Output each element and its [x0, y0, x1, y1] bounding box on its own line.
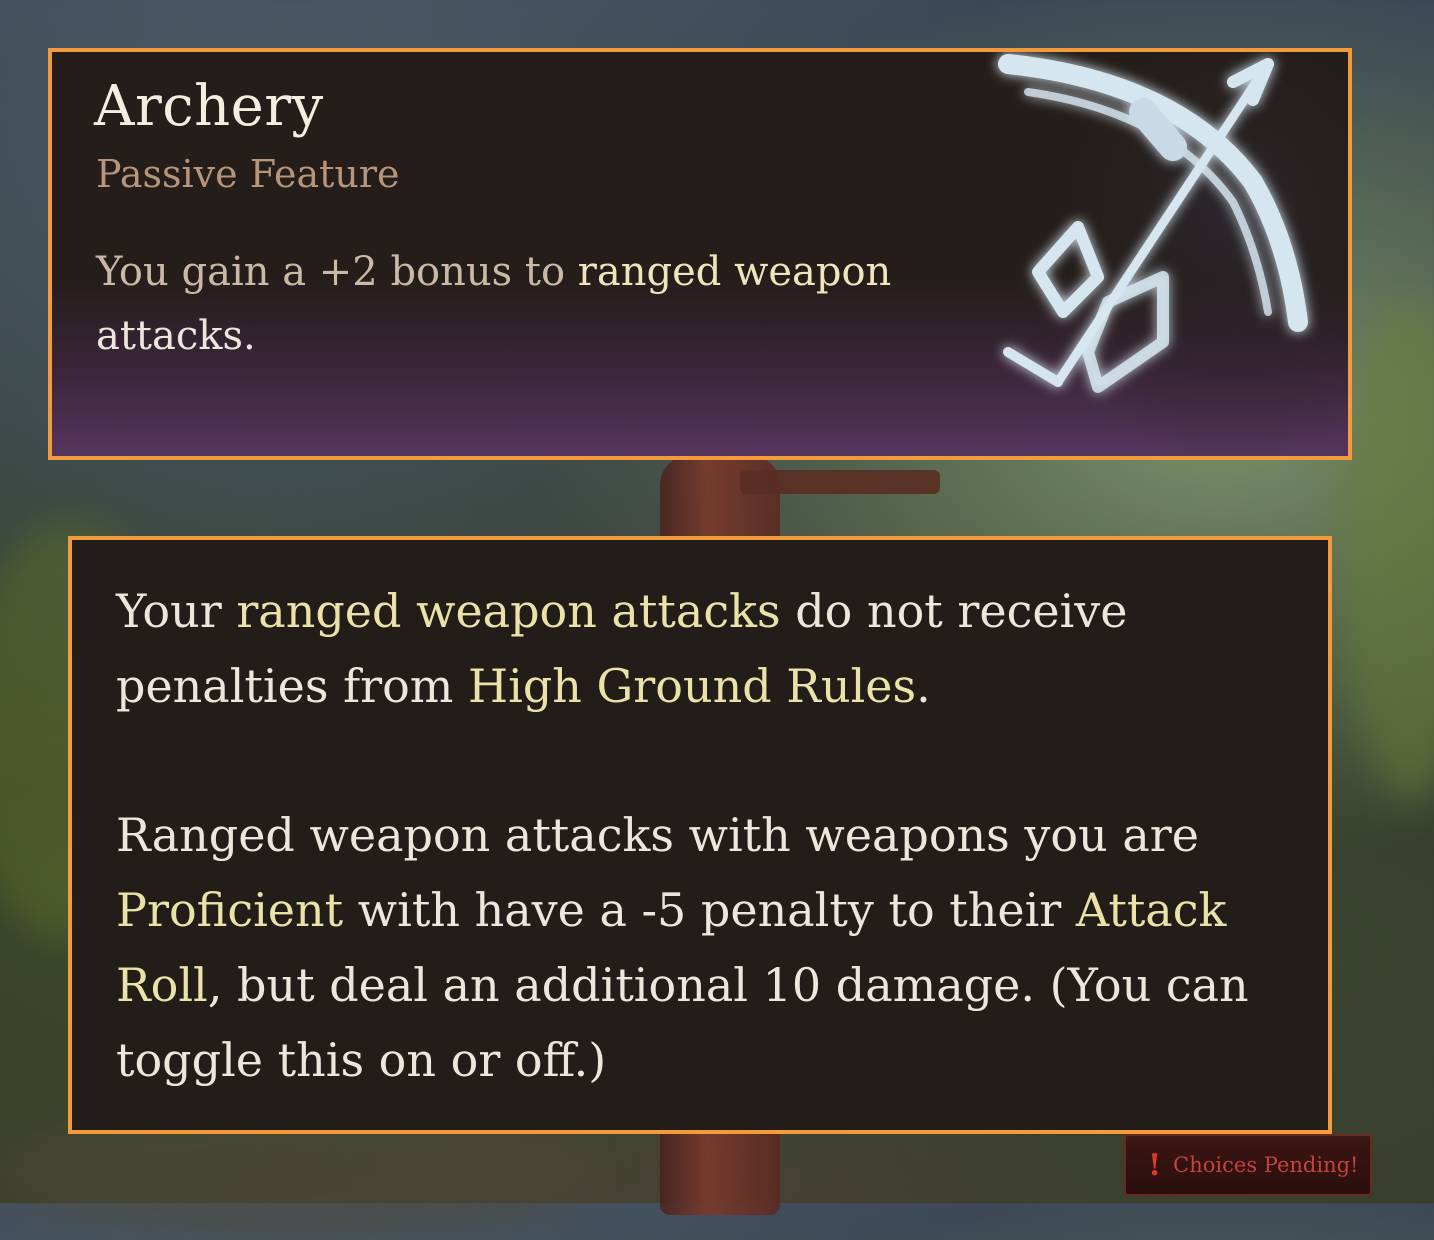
keyword-proficient[interactable]: Proficient	[116, 883, 343, 937]
details-text: Your	[116, 584, 237, 638]
feature-title: Archery	[94, 74, 324, 139]
feature-description-suffix: attacks.	[96, 313, 256, 359]
details-paragraph-high-ground: Your ranged weapon attacks do not receiv…	[116, 574, 1306, 724]
background-character-belt	[740, 470, 940, 494]
choices-pending-button[interactable]: ! Choices Pending!	[1124, 1134, 1372, 1196]
bow-and-arrow-icon	[968, 52, 1348, 456]
feature-subtitle: Passive Feature	[96, 152, 400, 196]
choices-pending-label: Choices Pending!	[1173, 1153, 1359, 1177]
background-foliage-right	[1340, 300, 1434, 800]
keyword-ranged-weapon-attacks[interactable]: ranged weapon attacks	[236, 584, 780, 638]
details-text: Ranged weapon attacks with weapons you a…	[116, 808, 1199, 862]
feature-tooltip: Archery Passive Feature You gain a +2 bo…	[48, 48, 1352, 460]
details-text: with have a -5 penalty to their	[343, 883, 1076, 937]
details-text: .	[916, 659, 931, 713]
feature-description-keyword: ranged weapon	[577, 249, 892, 295]
feature-details-tooltip: Your ranged weapon attacks do not receiv…	[68, 536, 1332, 1134]
details-text: , but deal an additional 10 damage. (You…	[116, 958, 1249, 1087]
feature-description: You gain a +2 bonus to ranged weapon atta…	[96, 240, 896, 368]
exclamation-icon: !	[1148, 1147, 1162, 1183]
details-paragraph-penalty: Ranged weapon attacks with weapons you a…	[116, 798, 1306, 1098]
keyword-high-ground-rules[interactable]: High Ground Rules	[468, 659, 916, 713]
feature-description-prefix: You gain a +2 bonus to	[96, 249, 578, 295]
